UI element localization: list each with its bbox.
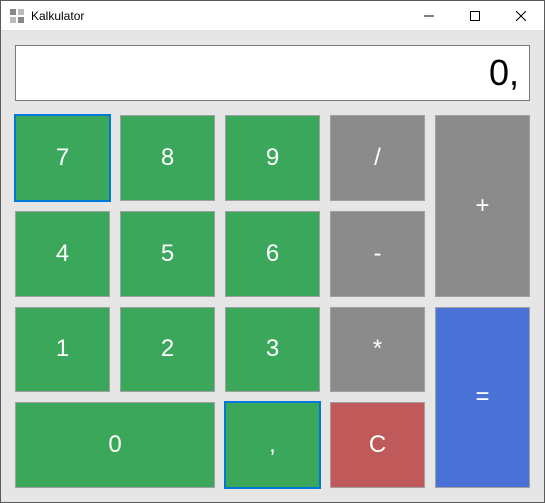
digit-9-button[interactable]: 9 (225, 115, 320, 201)
maximize-button[interactable] (452, 1, 498, 31)
decimal-button[interactable]: , (225, 402, 320, 488)
minus-button[interactable]: - (330, 211, 425, 297)
digit-0-button[interactable]: 0 (15, 402, 215, 488)
digit-6-button[interactable]: 6 (225, 211, 320, 297)
client-area: 0, 7 8 9 / + 4 5 6 - 1 2 3 * = 0 , C (1, 31, 544, 502)
digit-3-button[interactable]: 3 (225, 307, 320, 393)
digit-7-button[interactable]: 7 (15, 115, 110, 201)
close-button[interactable] (498, 1, 544, 31)
app-icon (9, 8, 25, 24)
plus-button[interactable]: + (435, 115, 530, 297)
titlebar: Kalkulator (1, 1, 544, 31)
digit-4-button[interactable]: 4 (15, 211, 110, 297)
digit-2-button[interactable]: 2 (120, 307, 215, 393)
clear-button[interactable]: C (330, 402, 425, 488)
digit-1-button[interactable]: 1 (15, 307, 110, 393)
divide-button[interactable]: / (330, 115, 425, 201)
window-title: Kalkulator (31, 9, 84, 23)
equals-button[interactable]: = (435, 307, 530, 489)
keypad: 7 8 9 / + 4 5 6 - 1 2 3 * = 0 , C (15, 115, 530, 488)
display: 0, (15, 45, 530, 101)
multiply-button[interactable]: * (330, 307, 425, 393)
digit-8-button[interactable]: 8 (120, 115, 215, 201)
digit-5-button[interactable]: 5 (120, 211, 215, 297)
minimize-button[interactable] (406, 1, 452, 31)
app-window: Kalkulator 0, 7 8 9 / + 4 5 6 - 1 2 3 * (0, 0, 545, 503)
